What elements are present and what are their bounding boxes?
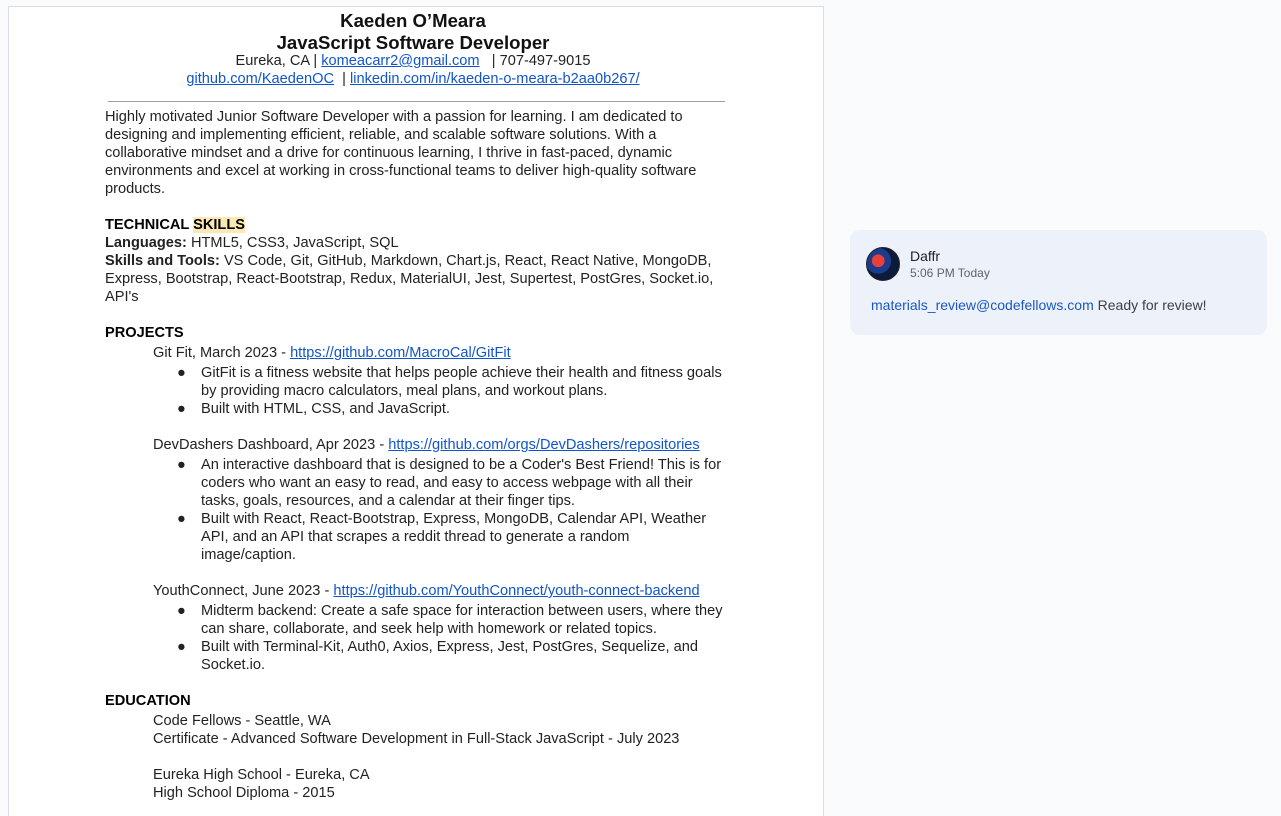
tools-line-3: API's xyxy=(105,289,139,305)
bullet-text: Built with HTML, CSS, and JavaScript. xyxy=(201,401,450,417)
bullet: ● xyxy=(177,511,186,527)
bullet-text: image/caption. xyxy=(201,547,296,563)
education-line: High School Diploma - 2015 xyxy=(153,785,335,801)
bullet-text: Socket.io. xyxy=(201,657,266,673)
education-line: Certificate - Advanced Software Developm… xyxy=(153,731,680,747)
bullet-text: Built with React, React-Bootstrap, Expre… xyxy=(201,511,707,527)
bullet-text: can share, collaborate, and seek help wi… xyxy=(201,621,657,637)
resume-name: Kaeden O’Meara xyxy=(340,10,486,31)
resume-title: JavaScript Software Developer xyxy=(276,32,550,53)
bullet-text: GitFit is a fitness website that helps p… xyxy=(201,365,722,381)
comment-card[interactable]: Daffr 5:06 PM Today materials_review@cod… xyxy=(850,230,1267,335)
location: Eureka, CA | xyxy=(235,53,318,69)
highlighted-word[interactable]: SKILLS xyxy=(193,217,245,233)
link-separator: | xyxy=(342,71,346,87)
project-link[interactable]: https://github.com/orgs/DevDashers/repos… xyxy=(388,437,699,453)
avatar[interactable] xyxy=(866,247,900,281)
bullet-text: tasks, goals, resources, and a calendar … xyxy=(201,493,575,509)
project-link[interactable]: https://github.com/MacroCal/GitFit xyxy=(290,345,511,361)
tools-line: Skills and Tools: VS Code, Git, GitHub, … xyxy=(105,253,712,269)
bullet-text: coders who want an easy to read, and eas… xyxy=(201,475,693,491)
bullet-text: API, and an API that scrapes a reddit th… xyxy=(201,529,630,545)
links-line: github.com/KaedenOC | linkedin.com/in/ka… xyxy=(105,70,721,88)
summary: Highly motivated Junior Software Develop… xyxy=(105,109,697,197)
document-page[interactable]: Kaeden O’Meara JavaScript Software Devel… xyxy=(8,6,824,816)
bullet: ● xyxy=(177,457,186,473)
languages-line: Languages: HTML5, CSS3, JavaScript, SQL xyxy=(105,235,399,251)
bullet: ● xyxy=(177,639,186,655)
linkedin-link[interactable]: linkedin.com/in/kaeden-o-meara-b2aa0b267… xyxy=(350,71,640,87)
comment-time: 5:06 PM Today xyxy=(910,266,990,280)
comment-text: materials_review@codefellows.com Ready f… xyxy=(871,297,1207,313)
bullet: ● xyxy=(177,603,186,619)
skills-heading: TECHNICAL SKILLS xyxy=(105,217,245,233)
bullet: ● xyxy=(177,365,186,381)
comments-sidebar: Daffr 5:06 PM Today materials_review@cod… xyxy=(825,0,1281,810)
contact-line: Eureka, CA | komeacarr2@gmail.com | 707-… xyxy=(105,52,721,70)
education-line: Eureka High School - Eureka, CA xyxy=(153,767,370,783)
github-link[interactable]: github.com/KaedenOC xyxy=(186,71,334,87)
education-line: Code Fellows - Seattle, WA xyxy=(153,713,331,729)
bullet-text: Built with Terminal-Kit, Auth0, Axios, E… xyxy=(201,639,698,655)
email-link[interactable]: komeacarr2@gmail.com xyxy=(321,53,479,69)
project-title: YouthConnect, June 2023 - xyxy=(153,583,334,599)
tools-line-2: Express, Bootstrap, React-Bootstrap, Red… xyxy=(105,271,714,287)
bullet-text: Midterm backend: Create a safe space for… xyxy=(201,603,723,619)
comment-author: Daffr xyxy=(910,248,941,264)
project-title: Git Fit, March 2023 - xyxy=(153,345,291,361)
project-link[interactable]: https://github.com/YouthConnect/youth-co… xyxy=(333,583,699,599)
bullet-text: by providing macro calculators, meal pla… xyxy=(201,383,608,399)
bullet: ● xyxy=(177,401,186,417)
mention-link[interactable]: materials_review@codefellows.com xyxy=(871,297,1094,313)
project-title: DevDashers Dashboard, Apr 2023 - xyxy=(153,437,389,453)
bullet-text: An interactive dashboard that is designe… xyxy=(201,457,722,473)
phone: | 707-497-9015 xyxy=(491,53,591,69)
education-heading: EDUCATION xyxy=(105,693,191,709)
projects-heading: PROJECTS xyxy=(105,325,184,341)
horizontal-rule xyxy=(108,101,725,102)
